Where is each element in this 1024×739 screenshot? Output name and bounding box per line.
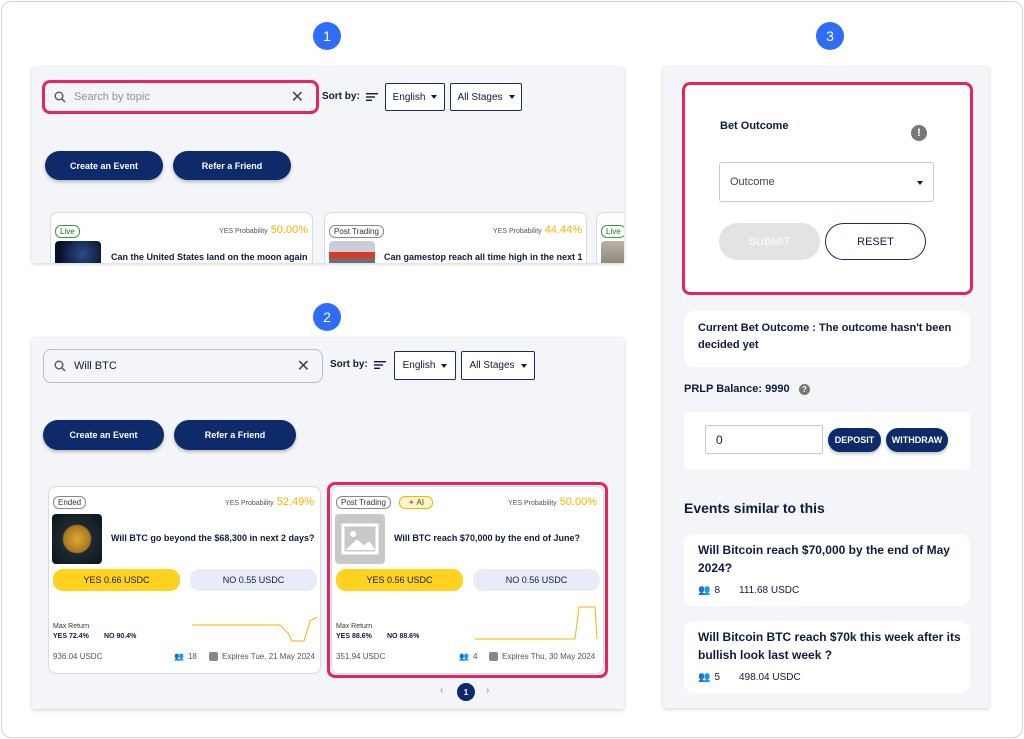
pagination-prev[interactable]: ‹ (440, 685, 443, 696)
users-icon: 👥 (698, 585, 711, 596)
deposit-button[interactable]: DEPOSIT (828, 428, 881, 452)
current-outcome-box: Current Bet Outcome : The outcome hasn't… (684, 311, 970, 367)
create-event-button[interactable]: Create an Event (45, 151, 163, 180)
yes-probability: YES Probability 52.49% (225, 496, 314, 508)
similar-event-participants: 👥 5 (698, 672, 720, 683)
status-badge: Live (601, 225, 624, 238)
refer-friend-button[interactable]: Refer a Friend (174, 420, 296, 450)
wallet-box: 0 DEPOSIT WITHDRAW (684, 412, 970, 469)
create-event-button[interactable]: Create an Event (43, 420, 164, 450)
prob-value: 50.00% (270, 224, 308, 236)
prob-value: 52.49% (276, 496, 314, 508)
stages-value: All Stages (457, 91, 503, 103)
max-return-label: Max Return (53, 623, 90, 630)
highlight-bet-outcome (682, 82, 973, 295)
language-value: English (392, 91, 426, 103)
highlight-search (42, 80, 319, 114)
chevron-down-icon (441, 363, 448, 368)
similar-event-volume: 111.68 USDC (739, 585, 800, 596)
event-title: Can gamestop reach all time high in the … (384, 252, 583, 262)
panel-search-topic: Search by topic ✕ Sort by: English All S… (32, 67, 624, 263)
similar-event-card[interactable]: Will Bitcoin reach $70,000 by the end of… (684, 534, 970, 606)
participants: 👥 18 (174, 652, 197, 661)
event-thumbnail (601, 241, 624, 263)
clear-icon[interactable]: ✕ (297, 356, 310, 376)
stages-dropdown[interactable]: All Stages (450, 83, 522, 111)
highlight-ai-card (327, 482, 608, 678)
participants-count: 5 (714, 672, 721, 683)
similar-event-card[interactable]: Will Bitcoin BTC reach $70k this week af… (684, 621, 970, 693)
users-icon: 👥 (174, 652, 184, 661)
panel-search-results: Will BTC ✕ Sort by: English All Stages C… (32, 338, 624, 709)
prob-label: YES Probability (225, 500, 274, 507)
amount-input[interactable]: 0 (705, 425, 823, 454)
similar-event-title: Will Bitcoin BTC reach $70k this week af… (698, 630, 961, 662)
prob-label: YES Probability (219, 228, 268, 235)
event-thumbnail (329, 241, 375, 263)
withdraw-button[interactable]: WITHDRAW (886, 428, 948, 452)
yes-button[interactable]: YES 0.66 USDC (53, 569, 180, 591)
step-badge-1: 1 (313, 22, 341, 50)
similar-event-participants: 👥 8 (698, 585, 720, 596)
users-icon: 👥 (698, 672, 711, 683)
no-return: NO 90.4% (104, 633, 137, 640)
chevron-down-icon (431, 95, 438, 99)
event-card[interactable]: Live YES Probability 50.00% Can the Unite… (50, 212, 313, 263)
volume: 936.04 USDC (53, 652, 103, 661)
language-value: English (402, 360, 436, 371)
yes-probability: YES Probability 44.44% (493, 224, 582, 236)
status-badge: Post Trading (329, 225, 384, 238)
expiry: Expires Tue, 21 May 2024 (209, 652, 315, 661)
status-badge: Ended (53, 496, 87, 509)
yes-return: YES 72.4% (53, 633, 89, 640)
pagination-next[interactable]: › (486, 685, 489, 696)
event-card[interactable]: Live (596, 212, 624, 263)
stages-value: All Stages (469, 360, 515, 371)
bitcoin-image (52, 514, 102, 564)
clock-icon (209, 652, 218, 661)
event-title: Will BTC go beyond the $68,300 in next 2… (111, 533, 315, 543)
event-card[interactable]: Post Trading YES Probability 44.44% Can g… (324, 212, 587, 263)
step-badge-2: 2 (313, 303, 341, 331)
participants-count: 18 (187, 652, 197, 661)
sort-icon (373, 360, 386, 369)
panel-bet-outcome: Bet Outcome ! Outcome SUBMIT RESET Curre… (663, 67, 989, 708)
refer-friend-button[interactable]: Refer a Friend (173, 151, 291, 180)
similar-event-title: Will Bitcoin reach $70,000 by the end of… (698, 543, 950, 575)
sort-control[interactable]: Sort by: (322, 91, 378, 102)
sort-control[interactable]: Sort by: (330, 359, 386, 370)
search-icon (54, 360, 66, 372)
similar-event-volume: 498.04 USDC (739, 672, 801, 683)
event-title: Can the United States land on the moon a… (111, 252, 308, 262)
search-value: Will BTC (74, 360, 117, 372)
participants-count: 8 (714, 585, 721, 596)
similar-events-title: Events similar to this (684, 500, 825, 516)
help-icon[interactable]: ? (799, 384, 810, 395)
sort-label: Sort by: (322, 91, 360, 102)
prob-value: 44.44% (544, 224, 582, 236)
yes-probability: YES Probability 50.00% (219, 224, 308, 236)
expiry-date: Expires Tue, 21 May 2024 (222, 652, 315, 661)
language-dropdown[interactable]: English (394, 351, 456, 380)
event-thumbnail (55, 241, 101, 263)
chevron-down-icon (508, 95, 515, 99)
pagination-current[interactable]: 1 (457, 683, 475, 701)
prob-label: YES Probability (493, 228, 542, 235)
balance-label: PRLP Balance: 9990 (684, 383, 790, 395)
no-button[interactable]: NO 0.55 USDC (190, 569, 317, 591)
search-input[interactable]: Will BTC ✕ (43, 349, 323, 383)
stages-dropdown[interactable]: All Stages (461, 351, 535, 380)
sort-label: Sort by: (330, 359, 368, 370)
sort-icon (365, 92, 378, 101)
status-badge: Live (55, 225, 80, 238)
event-card[interactable]: Ended YES Probability 52.49% Will BTC go … (48, 486, 321, 674)
price-sparkline (192, 616, 317, 642)
language-dropdown[interactable]: English (385, 83, 445, 111)
step-badge-3: 3 (816, 22, 844, 50)
chevron-down-icon (520, 363, 527, 368)
current-outcome-text: Current Bet Outcome : The outcome hasn't… (698, 322, 952, 351)
